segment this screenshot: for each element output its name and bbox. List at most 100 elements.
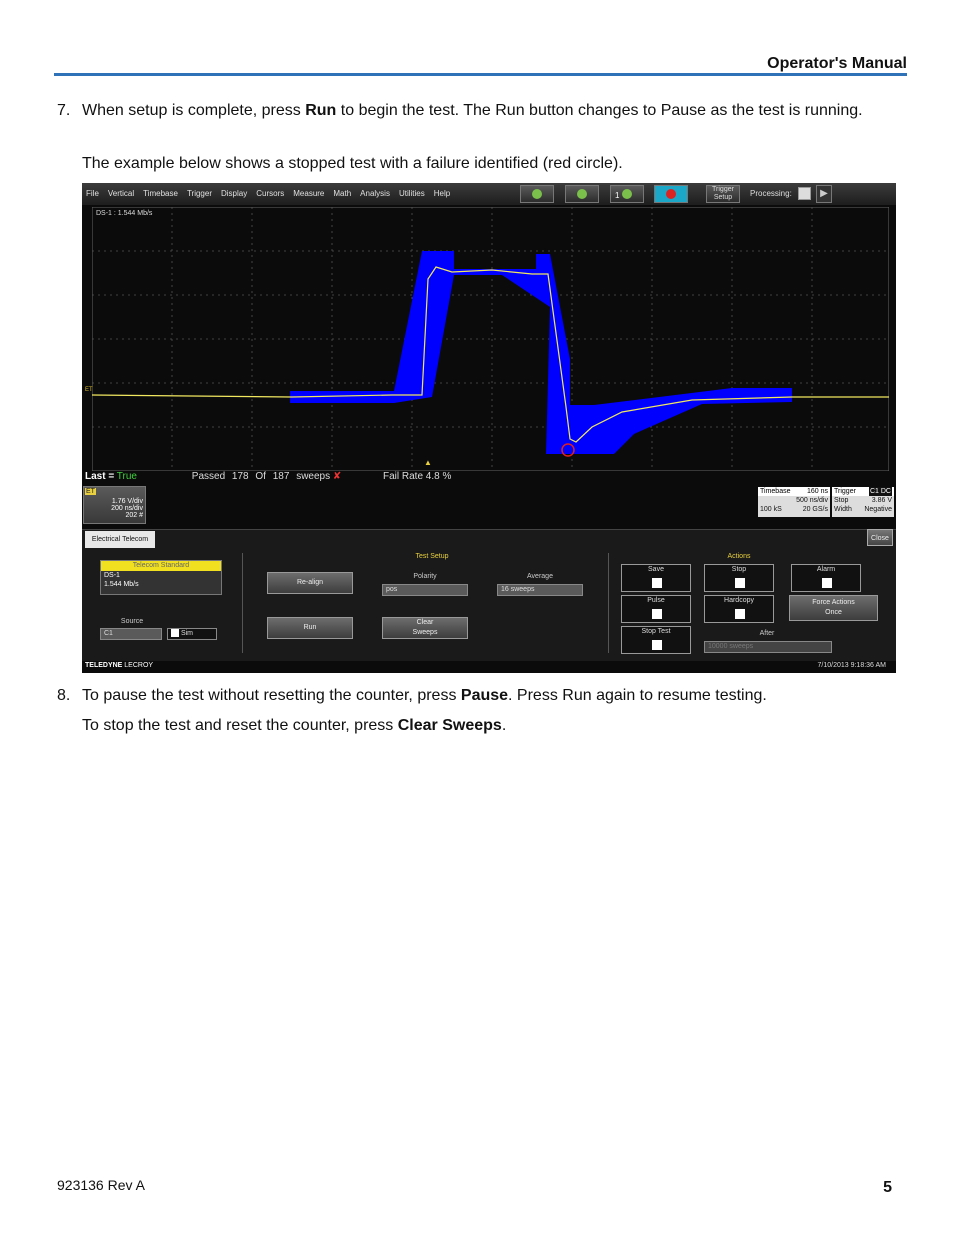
- sim-checkbox-row[interactable]: Sim: [167, 628, 217, 640]
- alarm-checkbox[interactable]: [822, 578, 832, 588]
- step-number: 8.: [57, 687, 71, 704]
- channel-descriptor[interactable]: ET 1.76 V/div 200 ns/div 202 #: [83, 486, 146, 524]
- step-text: .: [501, 717, 507, 734]
- toolbar-auto-button[interactable]: [520, 185, 554, 203]
- polarity-field[interactable]: pos: [382, 584, 468, 596]
- tab-electrical-telecom[interactable]: Electrical Telecom: [85, 531, 155, 548]
- average-field[interactable]: 16 sweeps: [497, 584, 583, 596]
- save-checkbox-group[interactable]: Save: [621, 564, 691, 592]
- trigger-slope: Negative: [864, 506, 892, 513]
- close-button[interactable]: Close: [867, 529, 893, 546]
- trigger-descriptor[interactable]: Trigger C1 DC Stop 3.86 V Width Negative: [832, 487, 894, 517]
- status-icon: [622, 189, 632, 199]
- timebase-title: Timebase: [760, 488, 791, 495]
- sim-label: Sim: [180, 630, 194, 637]
- menu-bar: File Vertical Timebase Trigger Display Cursor…: [82, 183, 896, 205]
- clear-sweeps-button[interactable]: Clear Sweeps: [382, 617, 468, 639]
- average-label: Average: [527, 573, 553, 580]
- toolbar-normal-button[interactable]: [565, 185, 599, 203]
- alarm-checkbox-group[interactable]: Alarm: [791, 564, 861, 592]
- step-bold: Pause: [460, 687, 509, 704]
- menu-items: File Vertical Timebase Trigger Display Cursor…: [86, 189, 450, 198]
- menu-item-cursors[interactable]: Cursors: [256, 189, 284, 198]
- force-actions-label: Force Actions: [812, 599, 855, 606]
- channel-nsdiv: 200 ns/div: [111, 505, 143, 512]
- step-8-note: To stop the test and reset the counter, …: [82, 714, 882, 737]
- save-checkbox[interactable]: [652, 578, 662, 588]
- timestamp: 7/10/2013 9:18:36 AM: [817, 662, 887, 669]
- channel-tag: ET: [85, 488, 96, 495]
- total-count: 187: [272, 471, 290, 482]
- toolbar-badge: 1: [615, 191, 620, 200]
- step-text: . Press Run again to resume testing.: [508, 687, 767, 704]
- oscilloscope-screenshot: File Vertical Timebase Trigger Display Cursor…: [82, 183, 896, 673]
- menu-item-vertical[interactable]: Vertical: [108, 189, 134, 198]
- menu-item-display[interactable]: Display: [221, 189, 247, 198]
- standard-rate: 1.544 Mb/s: [104, 581, 139, 588]
- menu-item-timebase[interactable]: Timebase: [143, 189, 178, 198]
- clear-label: Clear: [416, 619, 434, 626]
- passed-label: Passed: [191, 471, 226, 482]
- pulse-checkbox-group[interactable]: Pulse: [621, 595, 691, 623]
- timebase-sample-rate: 20 GS/s: [802, 506, 828, 513]
- stop-test-checkbox[interactable]: [652, 640, 662, 650]
- fail-rate-label: Fail Rate: [383, 471, 424, 482]
- after-label: After: [759, 630, 775, 637]
- stop-test-checkbox-group[interactable]: Stop Test: [621, 626, 691, 654]
- pulse-checkbox[interactable]: [652, 609, 662, 619]
- brand-logo: TELEDYNE LECROY: [85, 662, 153, 669]
- trigger-title: Trigger: [834, 488, 856, 495]
- brand-name: LECROY: [122, 662, 154, 669]
- run-button[interactable]: Run: [267, 617, 353, 639]
- menu-item-file[interactable]: File: [86, 189, 99, 198]
- last-value: True: [116, 471, 137, 482]
- status-icon: [577, 189, 587, 199]
- menu-item-analysis[interactable]: Analysis: [360, 189, 390, 198]
- telecom-standard-select[interactable]: Telecom Standard DS-1 1.544 Mb/s: [100, 560, 222, 595]
- timebase-descriptor[interactable]: Timebase 160 ns 500 ns/div 100 kS 20 GS/s: [758, 487, 830, 517]
- trace-label: ET: [85, 387, 93, 393]
- channel-standard-label: DS-1 : 1.544 Mb/s: [96, 210, 153, 217]
- timebase-delay: 160 ns: [806, 488, 828, 495]
- hardcopy-checkbox[interactable]: [735, 609, 745, 619]
- last-label: Last =: [85, 471, 115, 482]
- alarm-label: Alarm: [816, 566, 836, 573]
- force-actions-button[interactable]: Force Actions Once: [789, 595, 878, 621]
- trigger-mode: Stop: [834, 497, 849, 504]
- sweeps-label: sweeps: [296, 471, 331, 482]
- play-icon[interactable]: ▶: [816, 185, 832, 203]
- menu-item-trigger[interactable]: Trigger: [187, 189, 212, 198]
- test-setup-heading: Test Setup: [415, 553, 449, 560]
- trigger-setup-label: Trigger: [712, 186, 734, 193]
- sim-checkbox[interactable]: [171, 629, 179, 638]
- trigger-level: 3.86 V: [871, 497, 892, 504]
- menu-item-measure[interactable]: Measure: [293, 189, 324, 198]
- hardcopy-checkbox-group[interactable]: Hardcopy: [704, 595, 774, 623]
- toolbar-single-button[interactable]: 1: [610, 185, 644, 203]
- grid-frame: [92, 207, 889, 471]
- processing-stop-button[interactable]: [798, 187, 811, 200]
- brand-name: TELEDYNE: [85, 662, 123, 669]
- after-field[interactable]: 10000 sweeps: [704, 641, 832, 653]
- passed-count: 178: [231, 471, 249, 482]
- menu-item-help[interactable]: Help: [434, 189, 450, 198]
- test-stats: Last = True Passed 178 Of 187 sweeps ✘: [85, 471, 341, 482]
- divider: [242, 553, 243, 653]
- timebase-rate: 500 ns/div: [796, 497, 828, 504]
- trigger-type: Width: [834, 506, 852, 513]
- realign-button[interactable]: Re-align: [267, 572, 353, 594]
- source-label: Source: [120, 618, 144, 625]
- header-rule: [54, 73, 907, 76]
- toolbar-stop-button[interactable]: [654, 185, 688, 203]
- stop-checkbox-group[interactable]: Stop: [704, 564, 774, 592]
- menu-item-utilities[interactable]: Utilities: [399, 189, 425, 198]
- menu-item-math[interactable]: Math: [333, 189, 351, 198]
- step-text: When setup is complete, press: [82, 102, 306, 119]
- source-field[interactable]: C1: [100, 628, 162, 640]
- trigger-setup-label: Setup: [713, 194, 733, 201]
- step-7-note: The example below shows a stopped test w…: [82, 155, 623, 172]
- trigger-setup-button[interactable]: Trigger Setup: [706, 185, 740, 203]
- telecom-standard-label: Telecom Standard: [101, 561, 221, 571]
- stop-checkbox[interactable]: [735, 578, 745, 588]
- once-label: Once: [825, 609, 842, 616]
